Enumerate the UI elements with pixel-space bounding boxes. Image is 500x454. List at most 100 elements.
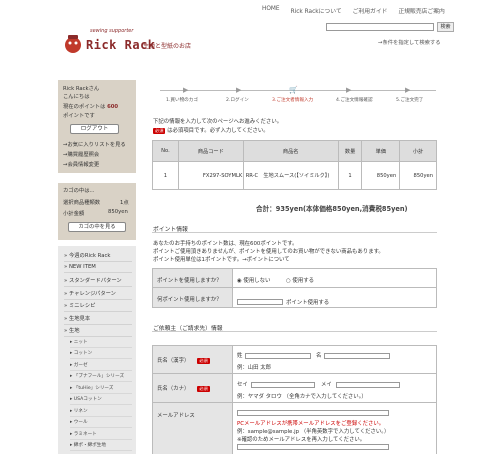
category-label: ウール xyxy=(73,420,88,425)
email-input[interactable] xyxy=(237,410,389,416)
cell-subtotal: 850yen xyxy=(399,161,437,190)
step-chevron-icon: ▶ xyxy=(183,86,189,94)
point-desc-1: あなたのお手持ちのポイント数は、現在600ポイントです。 xyxy=(153,241,298,247)
cart-count: 1点 xyxy=(120,200,129,206)
progress-line xyxy=(160,90,436,91)
category-item[interactable]: » NEW ITEM xyxy=(64,264,132,273)
category-label: 今週のRick Rack xyxy=(68,253,111,259)
point-amount-input[interactable] xyxy=(237,299,283,305)
category-item[interactable]: ▸ 綿ポ・綿ポ生地 xyxy=(70,442,132,451)
history-link[interactable]: →購買履歴照会 xyxy=(63,150,99,158)
step-5: 5.ご注文完了 xyxy=(396,98,424,103)
category-label: 生地 xyxy=(68,328,80,334)
category-item[interactable]: ▸ ウール xyxy=(70,419,132,428)
cell-price: 850yen xyxy=(361,161,401,190)
sei-label: 姓 xyxy=(237,353,243,359)
advanced-search-link[interactable]: →条件を指定して検索する xyxy=(378,38,441,46)
favorites-link[interactable]: →お気に入りリストを見る xyxy=(63,140,126,148)
cart-icon: 🛒 xyxy=(289,86,298,94)
point-opt-yes[interactable]: ○ 使用する xyxy=(286,276,314,284)
view-cart-button[interactable]: カゴの中を見る xyxy=(68,222,126,232)
step-1: 1.買い物のカゴ xyxy=(166,98,198,103)
category-label: USAコットン xyxy=(73,397,102,402)
col-code: 商品コード xyxy=(177,140,244,162)
sei-kana-label: セイ xyxy=(237,382,248,388)
email-label: メールアドレス xyxy=(153,403,233,454)
point-use-label: ポイントを使用しますか？ xyxy=(153,269,233,287)
category-item[interactable]: » 生地 xyxy=(64,326,132,337)
step-4: 4.ご注文情報確認 xyxy=(336,98,373,103)
category-label: コットン xyxy=(73,351,93,356)
search-input[interactable] xyxy=(326,23,434,31)
category-label: 綿ポ・綿ポ生地 xyxy=(73,443,106,448)
user-greeting: こんにちは xyxy=(63,94,90,100)
category-label: チャレンジパターン xyxy=(68,290,116,297)
cart-subtotal: 850yen xyxy=(108,209,128,215)
step-2: 2.ログイン xyxy=(226,98,249,103)
user-name: Rick Rackさん xyxy=(63,86,100,92)
col-price: 単価 xyxy=(361,140,401,162)
category-label: ニット xyxy=(73,339,88,345)
cart-count-label: 選択商品種類数 xyxy=(63,200,101,206)
email-warning: PCメールアドレスが携帯メールアドレスをご登録ください。 xyxy=(237,421,385,427)
category-item[interactable]: ▸ ラミネート xyxy=(70,431,132,440)
nav-about[interactable]: Rick Rackについて xyxy=(291,6,342,15)
col-qty: 数量 xyxy=(337,140,363,162)
point-opt-no[interactable]: ◉ 使用しない xyxy=(237,276,270,284)
order-table: No. 商品コード 商品名 数量 単価 小計 1 FX297-SOYMLK RR… xyxy=(152,140,437,190)
divider xyxy=(152,232,437,233)
sei-kana-input[interactable] xyxy=(251,382,315,388)
search-button[interactable]: 検索 xyxy=(437,22,454,32)
logo-subtitle: sewing supporter xyxy=(90,28,134,34)
category-label: ミニレシピ xyxy=(68,303,96,309)
cell-code: FX297-SOYMLK xyxy=(177,161,244,190)
category-item[interactable]: ▸ リネン xyxy=(70,408,132,417)
mei-kana-label: メイ xyxy=(321,382,332,388)
cell-no: 1 xyxy=(152,161,179,190)
member-info-link[interactable]: →会員情報変更 xyxy=(63,160,99,168)
name-label: 氏名（漢字） 必須 xyxy=(153,346,233,373)
category-item[interactable]: ▸ ニット xyxy=(70,339,132,348)
col-name: 商品名 xyxy=(242,140,339,162)
email-confirm-input[interactable] xyxy=(237,444,389,450)
category-item[interactable]: » スタンダードパターン xyxy=(64,276,132,287)
category-item[interactable]: ▸ コットン xyxy=(70,350,132,359)
category-item[interactable]: ▸ USAコットン xyxy=(70,396,132,405)
required-badge: 必須 xyxy=(197,386,210,392)
category-label: 生地見本 xyxy=(68,315,91,322)
required-badge: 必須 xyxy=(153,128,166,134)
cart-title: カゴの中は... xyxy=(63,188,95,194)
email-example: 例：sample@sample.jp （半角英数字で入力してください。） xyxy=(237,429,390,435)
category-label: NEW ITEM xyxy=(68,263,96,270)
category-item[interactable]: ▸ ガーゼ xyxy=(70,362,132,371)
category-label: リネン xyxy=(73,408,88,414)
top-nav: HOME Rick Rackについて ご利用ガイド 正規販売店ご案内 xyxy=(262,6,445,15)
category-item[interactable]: ▸ 「tuHie」シリーズ xyxy=(70,385,132,394)
mei-kana-input[interactable] xyxy=(336,382,400,388)
mei-input[interactable] xyxy=(324,353,390,359)
name-example: 例：山田 太郎 xyxy=(237,365,272,371)
cell-qty: 1 xyxy=(337,161,363,190)
nav-shops[interactable]: 正規販売店ご案内 xyxy=(398,6,444,15)
category-item[interactable]: » 今週のRick Rack xyxy=(64,251,132,262)
nav-home[interactable]: HOME xyxy=(262,6,280,15)
col-subtotal: 小計 xyxy=(399,140,437,162)
category-label: スタンダードパターン xyxy=(68,278,122,284)
category-item[interactable]: » ミニレシピ xyxy=(64,301,132,312)
category-label: ラミネート xyxy=(73,431,97,437)
sei-input[interactable] xyxy=(245,353,311,359)
cell-name[interactable]: RR-C 生地スムース(【ソイミルク】) xyxy=(242,161,339,190)
step-3-current: 3.ご注文者情報入力 xyxy=(272,98,314,103)
category-item[interactable]: ▸ 「ブナフール」シリーズ xyxy=(70,373,132,382)
logout-button[interactable]: ログアウト xyxy=(70,124,119,134)
order-total: 合計：935yen(本体価格850yen,消費税85yen) xyxy=(256,205,408,213)
user-points: 現在のポイントは 600 xyxy=(63,104,119,110)
step-chevron-icon: ▶ xyxy=(236,86,242,94)
category-item[interactable]: » 生地見本 xyxy=(64,314,132,325)
required-badge: 必須 xyxy=(197,358,210,364)
category-item[interactable]: » チャレンジパターン xyxy=(64,289,132,300)
point-desc-3[interactable]: ポイント使用単位は1ポイントです。→ポイントについて xyxy=(153,255,290,263)
category-label: ガーゼ xyxy=(73,362,88,368)
nav-guide[interactable]: ご利用ガイド xyxy=(353,6,388,15)
logo-icon[interactable] xyxy=(62,32,84,54)
